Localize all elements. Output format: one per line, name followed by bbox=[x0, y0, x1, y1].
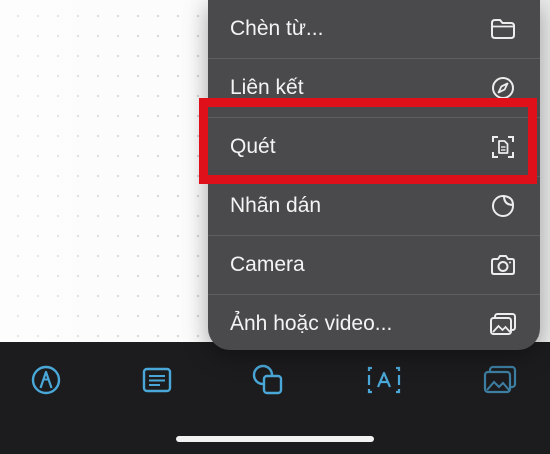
shapes-tool-button[interactable] bbox=[248, 360, 288, 400]
menu-item-insert-from[interactable]: Chèn từ... bbox=[208, 0, 540, 58]
markup-icon bbox=[29, 363, 63, 397]
text-icon bbox=[365, 363, 403, 397]
photo-icon bbox=[481, 363, 519, 397]
shapes-icon bbox=[250, 362, 286, 398]
scan-highlight-annotation bbox=[199, 98, 537, 184]
photo-library-icon bbox=[488, 309, 518, 339]
menu-item-label: Camera bbox=[230, 253, 305, 276]
camera-icon bbox=[488, 250, 518, 280]
folder-icon bbox=[488, 14, 518, 44]
menu-item-photo-video[interactable]: Ảnh hoặc video... bbox=[208, 295, 540, 350]
text-tool-button[interactable] bbox=[364, 360, 404, 400]
home-indicator[interactable] bbox=[176, 436, 374, 442]
text-box-tool-button[interactable] bbox=[137, 360, 177, 400]
text-box-icon bbox=[140, 363, 174, 397]
sticker-icon bbox=[488, 191, 518, 221]
menu-item-label: Ảnh hoặc video... bbox=[230, 312, 393, 335]
menu-item-camera[interactable]: Camera bbox=[208, 236, 540, 294]
markup-tool-button[interactable] bbox=[26, 360, 66, 400]
menu-item-label: Liên kết bbox=[230, 76, 304, 99]
menu-item-label: Chèn từ... bbox=[230, 17, 324, 40]
menu-item-sticker[interactable]: Nhãn dán bbox=[208, 177, 540, 235]
menu-item-label: Nhãn dán bbox=[230, 194, 322, 217]
media-tool-button[interactable] bbox=[480, 360, 520, 400]
